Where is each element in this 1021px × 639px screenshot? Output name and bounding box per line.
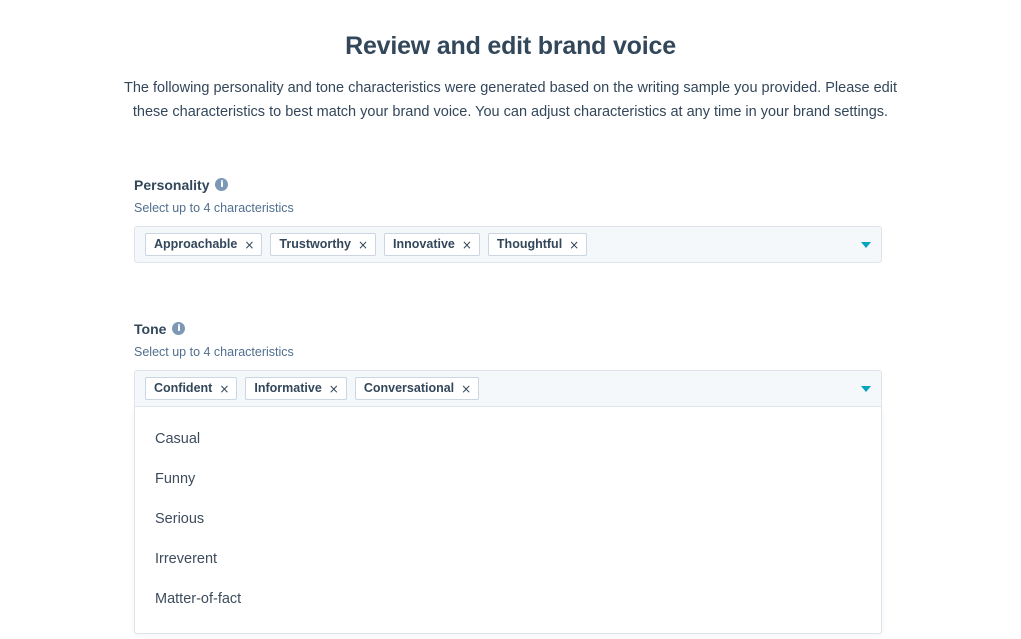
- info-icon-dot: [178, 324, 180, 326]
- tone-select[interactable]: Confident × Informative × Conversational…: [134, 370, 882, 407]
- dropdown-option[interactable]: Casual: [135, 419, 881, 459]
- chip[interactable]: Informative ×: [245, 377, 346, 400]
- chip-label: Approachable: [154, 234, 237, 255]
- tone-field-group: Tone Select up to 4 characteristics Conf…: [134, 320, 882, 634]
- page-header: Review and edit brand voice The followin…: [0, 0, 1021, 124]
- tone-help-text: Select up to 4 characteristics: [134, 344, 882, 360]
- personality-field-group: Personality Select up to 4 characteristi…: [134, 176, 882, 263]
- info-icon-dot: [221, 180, 223, 182]
- personality-chips: Approachable × Trustworthy × Innovative …: [145, 233, 851, 256]
- chip-remove-icon[interactable]: ×: [358, 239, 368, 251]
- personality-select[interactable]: Approachable × Trustworthy × Innovative …: [134, 226, 882, 263]
- page-title: Review and edit brand voice: [0, 30, 1021, 62]
- chevron-down-icon[interactable]: [861, 386, 871, 392]
- chip[interactable]: Trustworthy ×: [270, 233, 376, 256]
- tone-chips: Confident × Informative × Conversational…: [145, 377, 851, 400]
- chip[interactable]: Approachable ×: [145, 233, 262, 256]
- tone-label: Tone: [134, 320, 166, 338]
- chip-label: Conversational: [364, 378, 454, 399]
- chip-label: Informative: [254, 378, 321, 399]
- tone-dropdown-panel: Casual Funny Serious Irreverent Matter-o…: [134, 407, 882, 634]
- dropdown-option[interactable]: Irreverent: [135, 539, 881, 579]
- info-icon-bar: [221, 182, 223, 187]
- dropdown-option[interactable]: Funny: [135, 459, 881, 499]
- chip-remove-icon[interactable]: ×: [461, 383, 471, 395]
- dropdown-option[interactable]: Matter-of-fact: [135, 579, 881, 619]
- chip[interactable]: Thoughtful ×: [488, 233, 587, 256]
- chip-remove-icon[interactable]: ×: [219, 383, 229, 395]
- chip-remove-icon[interactable]: ×: [244, 239, 254, 251]
- chip-label: Confident: [154, 378, 212, 399]
- chip[interactable]: Innovative ×: [384, 233, 480, 256]
- brand-voice-page: Review and edit brand voice The followin…: [0, 0, 1021, 639]
- info-circle-icon[interactable]: [172, 322, 185, 335]
- page-description: The following personality and tone chara…: [106, 76, 916, 124]
- tone-label-row: Tone: [134, 320, 882, 338]
- dropdown-option[interactable]: Serious: [135, 499, 881, 539]
- info-icon-bar: [178, 326, 180, 331]
- personality-label: Personality: [134, 176, 209, 194]
- personality-label-row: Personality: [134, 176, 882, 194]
- chip-label: Trustworthy: [279, 234, 351, 255]
- info-circle-icon[interactable]: [215, 178, 228, 191]
- chip[interactable]: Conversational ×: [355, 377, 479, 400]
- chip-label: Thoughtful: [497, 234, 562, 255]
- chip-remove-icon[interactable]: ×: [329, 383, 339, 395]
- chip-label: Innovative: [393, 234, 455, 255]
- chip-remove-icon[interactable]: ×: [569, 239, 579, 251]
- personality-help-text: Select up to 4 characteristics: [134, 200, 882, 216]
- chip[interactable]: Confident ×: [145, 377, 237, 400]
- brand-voice-form: Personality Select up to 4 characteristi…: [134, 176, 882, 634]
- chip-remove-icon[interactable]: ×: [462, 239, 472, 251]
- chevron-down-icon[interactable]: [861, 242, 871, 248]
